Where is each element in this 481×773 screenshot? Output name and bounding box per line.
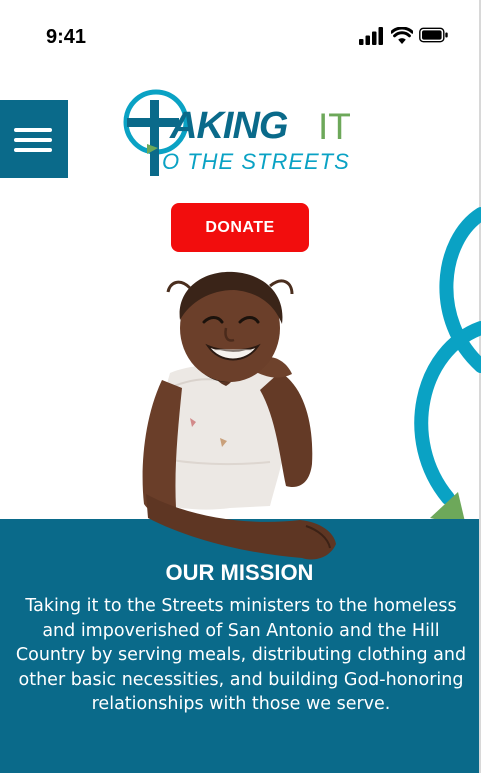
mission-title: OUR MISSION (165, 560, 314, 585)
logo-tagline: O THE STREETS (162, 149, 350, 174)
decorative-swirl (414, 207, 481, 526)
logo-word-taking: AKING (170, 105, 288, 147)
mission-text: Taking it to the Streets ministers to th… (15, 596, 467, 714)
status-icons (347, 27, 448, 47)
smiling-child-photo (142, 271, 336, 560)
donate-button[interactable]: DONATE (171, 203, 309, 252)
status-time: 9:41 (46, 26, 87, 48)
cellular-signal-icon (359, 27, 383, 45)
wifi-icon (391, 27, 413, 44)
menu-button[interactable] (0, 100, 68, 178)
logo[interactable]: AKING IT O THE STREETS (122, 88, 362, 180)
battery-icon (419, 27, 448, 43)
status-bar: 9:41 (0, 0, 481, 70)
logo-word-it: IT (318, 106, 351, 147)
